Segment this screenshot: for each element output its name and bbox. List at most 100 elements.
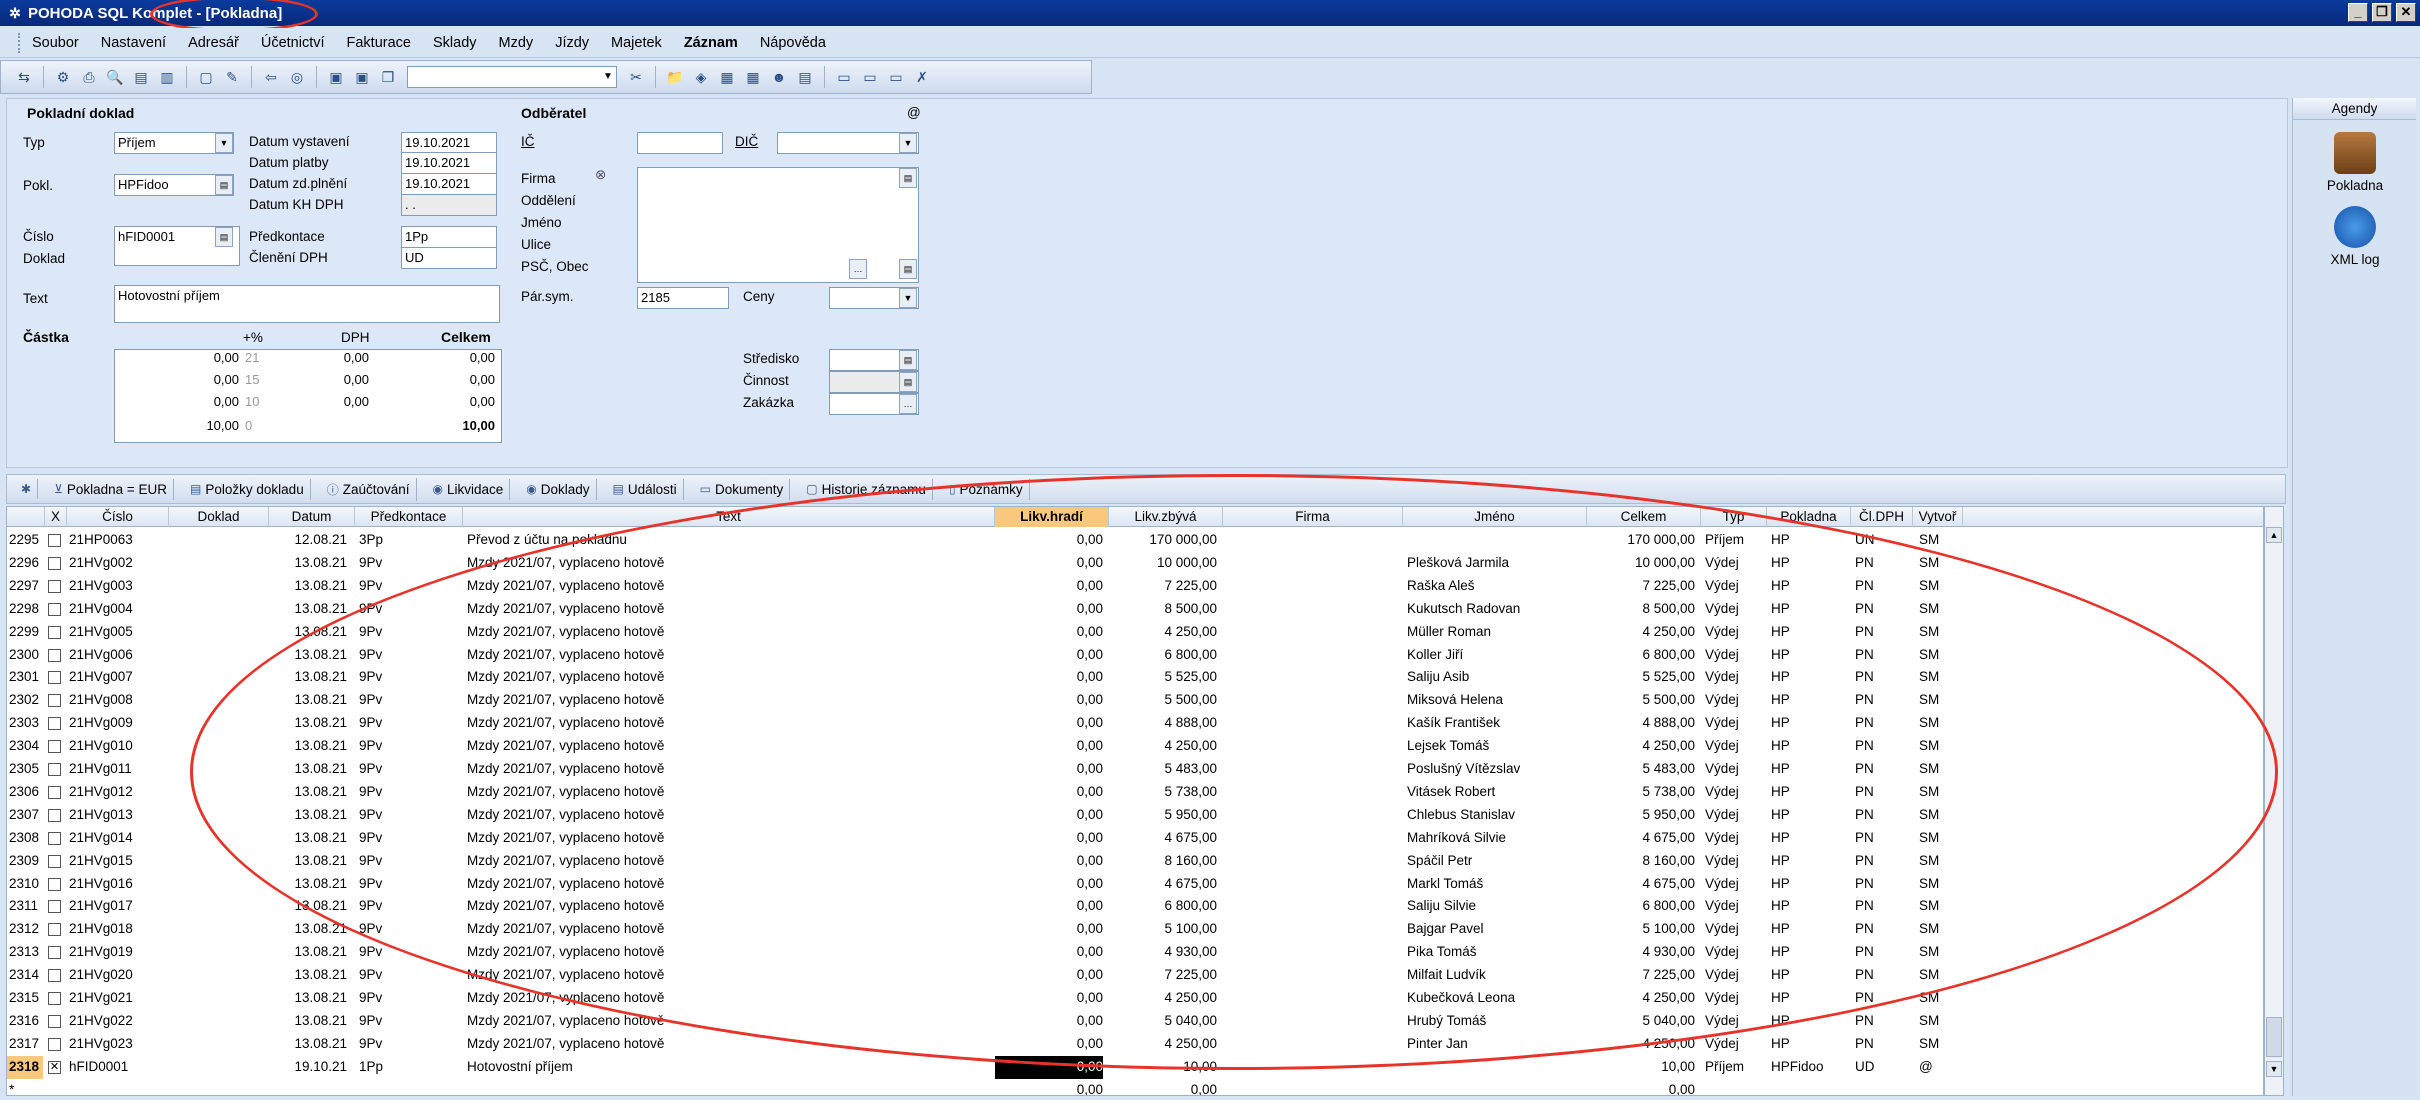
menu-sklady[interactable]: Sklady — [433, 35, 477, 51]
list-icon[interactable]: ▤ — [899, 168, 917, 188]
toolbar-money-icon[interactable]: ◈ — [690, 66, 712, 88]
row-checkbox[interactable] — [48, 534, 61, 547]
tab-doklady[interactable]: ◉ Doklady — [520, 478, 597, 500]
amount-dph[interactable]: 0,00 — [273, 372, 369, 387]
par-sym-field[interactable]: 2185 — [637, 287, 729, 309]
col-cislo[interactable]: Číslo — [67, 507, 169, 527]
row-checkbox[interactable] — [48, 969, 61, 983]
agenda-pokladna[interactable]: Pokladna — [2293, 132, 2417, 193]
cleneni-field[interactable]: UD — [401, 247, 497, 269]
tab-zauctovani[interactable]: ⓘ Zaúčtování — [321, 477, 417, 501]
row-checkbox[interactable] — [48, 602, 61, 616]
toolbar-export-icon[interactable]: ▥ — [156, 66, 178, 88]
tab-polozky[interactable]: ▤ Položky dokladu — [184, 478, 311, 500]
more-button[interactable]: … — [849, 259, 867, 279]
amount-dph[interactable]: 0,00 — [273, 350, 369, 365]
col-cl-dph[interactable]: Čl.DPH — [1851, 507, 1913, 527]
list-icon[interactable]: ▤ — [899, 259, 917, 279]
menu-mzdy[interactable]: Mzdy — [499, 35, 534, 51]
more-button[interactable]: … — [899, 394, 917, 414]
tab-pokladna-filter[interactable]: ⊻ Pokladna = EUR — [48, 478, 175, 500]
amount-total[interactable]: 0,00 — [375, 350, 495, 365]
toolbar-folder-icon[interactable]: 📁 — [664, 66, 686, 88]
chevron-down-icon[interactable]: ▼ — [215, 133, 233, 153]
row-checkbox[interactable] — [48, 785, 61, 799]
row-checkbox[interactable] — [48, 763, 61, 776]
datum-zd-field[interactable]: 19.10.2021 — [401, 173, 497, 195]
col-x[interactable]: X — [45, 507, 67, 527]
ic-label[interactable]: IČ — [521, 134, 535, 149]
menu-zaznam[interactable]: Záznam — [684, 35, 738, 51]
address-field[interactable] — [637, 167, 919, 283]
col-doklad[interactable]: Doklad — [169, 507, 269, 527]
row-checkbox[interactable] — [48, 1037, 61, 1051]
toolbar-pdf-icon[interactable]: ▤ — [130, 66, 152, 88]
toolbar-iban-icon[interactable]: ▤ — [794, 66, 816, 88]
toolbar-save-icon[interactable]: ▣ — [325, 66, 347, 88]
toolbar-record-icon[interactable]: ◎ — [286, 66, 308, 88]
toolbar-save2-icon[interactable]: ▣ — [351, 66, 373, 88]
col-vytvoril[interactable]: Vytvoř — [1913, 507, 1963, 527]
row-checkbox[interactable] — [48, 625, 61, 639]
row-checkbox[interactable] — [48, 831, 61, 845]
scroll-top-icon[interactable]: ▲ — [2266, 527, 2282, 543]
toolbar-cut-icon[interactable]: ✂ — [625, 66, 647, 88]
toolbar-bookmark-icon[interactable]: ⇆ — [13, 66, 35, 88]
list-icon[interactable]: ▤ — [215, 175, 233, 195]
menu-soubor[interactable]: Soubor — [32, 35, 79, 51]
list-icon[interactable]: ▤ — [215, 227, 233, 247]
menu-fakturace[interactable]: Fakturace — [347, 35, 411, 51]
amount-base[interactable]: 0,00 — [115, 372, 239, 387]
row-checkbox[interactable] — [48, 877, 61, 891]
minimize-button[interactable]: _ — [2348, 3, 2368, 22]
row-checkbox[interactable] — [48, 900, 61, 914]
toolbar-edit-icon[interactable]: ✎ — [221, 66, 243, 88]
dic-field[interactable] — [777, 132, 919, 154]
row-checkbox[interactable] — [48, 1014, 61, 1028]
tab-likvidace[interactable]: ◉ Likvidace — [427, 478, 511, 500]
restore-button[interactable]: ❐ — [2372, 3, 2392, 22]
menu-ucetnictvi[interactable]: Účetnictví — [261, 35, 325, 51]
toolbar-form3-icon[interactable]: ▭ — [885, 66, 907, 88]
amount-total[interactable]: 0,00 — [375, 394, 495, 409]
row-checkbox[interactable] — [48, 556, 61, 570]
list-icon[interactable]: ▤ — [899, 350, 917, 370]
chevron-down-icon[interactable]: ▼ — [899, 133, 917, 153]
datum-kh-field[interactable]: . . — [401, 194, 497, 216]
toolbar-back-icon[interactable]: ⇦ — [260, 66, 282, 88]
dic-label[interactable]: DIČ — [735, 134, 758, 149]
chevron-down-icon[interactable]: ▼ — [899, 288, 917, 308]
amount-base[interactable]: 0,00 — [115, 394, 239, 409]
tab-udalosti[interactable]: ▤ Události — [607, 478, 684, 500]
row-checkbox[interactable]: ✕ — [48, 1060, 61, 1074]
row-checkbox[interactable] — [48, 579, 61, 593]
datum-platby-field[interactable]: 19.10.2021 — [401, 152, 497, 174]
ic-field[interactable] — [637, 132, 723, 154]
amount-base[interactable]: 0,00 — [115, 350, 239, 365]
close-button[interactable]: ✕ — [2396, 3, 2416, 22]
row-checkbox[interactable] — [48, 854, 61, 868]
amount-total[interactable]: 0,00 — [375, 372, 495, 387]
list-icon[interactable]: ▤ — [899, 372, 917, 392]
toolbar-tools-icon[interactable]: ⚙ — [52, 66, 74, 88]
datum-vystaveni-field[interactable]: 19.10.2021 — [401, 132, 497, 154]
menu-nastaveni[interactable]: Nastavení — [101, 35, 166, 51]
menu-napoveda[interactable]: Nápověda — [760, 35, 826, 51]
tab-star[interactable]: ✱ — [15, 479, 39, 499]
toolbar-wrench-icon[interactable]: ✗ — [911, 66, 933, 88]
row-checkbox[interactable] — [48, 694, 61, 708]
row-checkbox[interactable] — [48, 808, 61, 822]
menu-adresar[interactable]: Adresář — [188, 35, 239, 51]
toolbar-table-icon[interactable]: ▦ — [716, 66, 738, 88]
toolbar-new-icon[interactable]: ▢ — [195, 66, 217, 88]
at-icon[interactable]: @ — [907, 105, 921, 120]
toolbar-form1-icon[interactable]: ▭ — [833, 66, 855, 88]
row-checkbox[interactable] — [48, 946, 61, 960]
amount-base[interactable]: 10,00 — [115, 418, 239, 433]
row-checkbox[interactable] — [48, 992, 61, 1005]
row-checkbox[interactable] — [48, 671, 61, 685]
row-checkbox[interactable] — [48, 740, 61, 754]
toolbar-users-icon[interactable]: ☻ — [768, 66, 790, 88]
col-predkontace[interactable]: Předkontace — [355, 507, 463, 527]
toolbar-preview-icon[interactable]: 🔍 — [104, 66, 126, 88]
